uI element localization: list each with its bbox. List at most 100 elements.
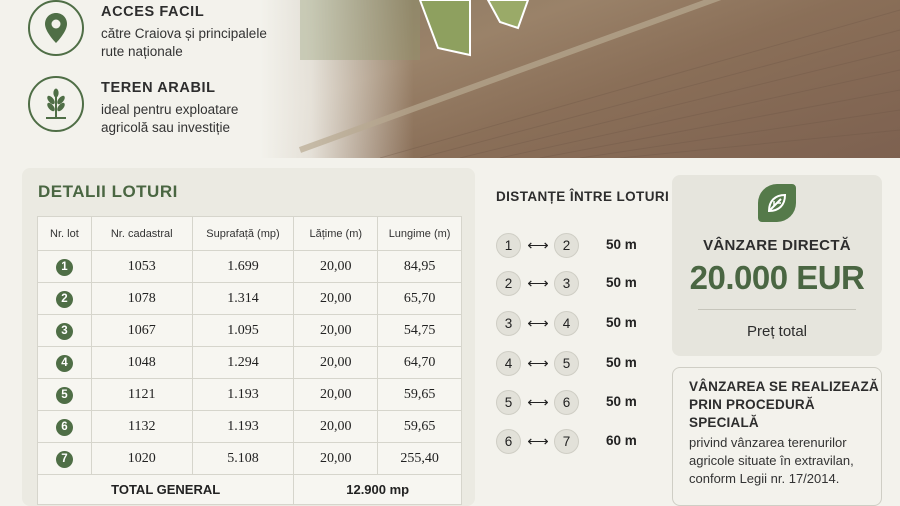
hero-banner: ACCES FACIL către Craiova și principalel…: [0, 0, 900, 158]
cadastral-cell: 1020: [90, 442, 193, 475]
feature-title: TEREN ARABIL: [101, 80, 216, 96]
legal-notice-card: VÂNZAREA SE REALIZEAZĂ PRIN PROCEDURĂ SP…: [672, 367, 882, 506]
lot-number-badge: 4: [55, 354, 73, 372]
lot-number-badge: 1: [55, 258, 73, 276]
lot-number-badge: 6: [55, 418, 73, 436]
cadastral-cell: 1053: [90, 250, 193, 283]
aerial-field-image: [260, 0, 900, 158]
double-arrow-icon: ⟷: [527, 433, 549, 450]
total-label: TOTAL GENERAL: [36, 474, 295, 505]
column-header: Nr. lot: [37, 216, 92, 251]
lot-details-table: Nr. lot Nr. cadastral Suprafață (mp) Lăț…: [36, 216, 462, 505]
width-cell: 20,00: [293, 250, 379, 283]
field-plots-graphic: [298, 0, 900, 158]
area-cell: 5.108: [191, 442, 295, 475]
lot-to: 6: [554, 390, 579, 415]
double-arrow-icon: ⟷: [527, 275, 549, 292]
lot-to: 4: [554, 311, 579, 336]
area-cell: 1.193: [191, 410, 295, 443]
lot-from: 3: [496, 311, 521, 336]
notice-title: VÂNZAREA SE REALIZEAZĂ PRIN PROCEDURĂ SP…: [689, 379, 879, 430]
length-cell: 255,40: [377, 442, 462, 475]
lot-number-badge: 5: [55, 386, 73, 404]
length-cell: 64,70: [377, 346, 462, 379]
sale-type-label: VÂNZARE DIRECTĂ: [703, 237, 851, 254]
total-value: 12.900 mp: [293, 474, 462, 505]
double-arrow-icon: ⟷: [527, 394, 549, 411]
table-row: 7 1020 5.108 20,00 255,40: [37, 442, 462, 475]
lot-details-card: DETALII LOTURI Nr. lot Nr. cadastral Sup…: [22, 168, 475, 506]
double-arrow-icon: ⟷: [527, 315, 549, 332]
area-cell: 1.095: [191, 314, 295, 347]
distance-row: 5 ⟷ 6 50 m: [496, 390, 656, 416]
lot-to: 3: [554, 271, 579, 296]
cadastral-cell: 1048: [90, 346, 193, 379]
feature-description: către Craiova și principalele rute națio…: [101, 26, 267, 59]
lot-number-badge: 7: [55, 450, 73, 468]
price-card: VÂNZARE DIRECTĂ 20.000 EUR Preț total: [672, 175, 882, 356]
column-header: Suprafață (mp): [191, 216, 295, 251]
distance-value: 50 m: [606, 237, 637, 252]
notice-text: privind vânzarea terenurilor agricole si…: [689, 435, 854, 486]
width-cell: 20,00: [293, 378, 379, 411]
distance-value: 50 m: [606, 355, 637, 370]
feature-title: ACCES FACIL: [101, 4, 205, 20]
lot-from: 5: [496, 390, 521, 415]
area-cell: 1.314: [191, 282, 295, 315]
distance-row: 4 ⟷ 5 50 m: [496, 351, 656, 377]
distance-value: 60 m: [606, 433, 637, 448]
area-cell: 1.193: [191, 378, 295, 411]
distance-value: 50 m: [606, 315, 637, 330]
distance-row: 2 ⟷ 3 50 m: [496, 271, 656, 297]
lot-to: 5: [554, 351, 579, 376]
total-row: TOTAL GENERAL 12.900 mp: [36, 474, 462, 505]
table-row: 5 1121 1.193 20,00 59,65: [37, 378, 462, 411]
wheat-icon: [28, 76, 84, 132]
length-cell: 84,95: [377, 250, 462, 283]
width-cell: 20,00: [293, 346, 379, 379]
table-row: 3 1067 1.095 20,00 54,75: [37, 314, 462, 347]
width-cell: 20,00: [293, 410, 379, 443]
cadastral-cell: 1121: [90, 378, 193, 411]
distance-row: 6 ⟷ 7 60 m: [496, 429, 656, 455]
length-cell: 54,75: [377, 314, 462, 347]
cadastral-cell: 1132: [90, 410, 193, 443]
table-row: 1 1053 1.699 20,00 84,95: [37, 250, 462, 283]
table-header-row: Nr. lot Nr. cadastral Suprafață (mp) Lăț…: [37, 216, 462, 251]
double-arrow-icon: ⟷: [527, 237, 549, 254]
lot-from: 1: [496, 233, 521, 258]
lot-number-badge: 2: [55, 290, 73, 308]
area-cell: 1.294: [191, 346, 295, 379]
price-amount: 20.000 EUR: [689, 259, 865, 296]
column-header: Lungime (m): [377, 216, 462, 251]
table-row: 6 1132 1.193 20,00 59,65: [37, 410, 462, 443]
feature-description: ideal pentru exploatare agricolă sau inv…: [101, 102, 239, 135]
distances-title: DISTANȚE ÎNTRE LOTURI: [496, 189, 670, 204]
column-header: Lățime (m): [293, 216, 379, 251]
lot-to: 7: [554, 429, 579, 454]
distance-value: 50 m: [606, 275, 637, 290]
lot-from: 2: [496, 271, 521, 296]
feature-easy-access: ACCES FACIL către Craiova și principalel…: [28, 0, 288, 62]
width-cell: 20,00: [293, 314, 379, 347]
table-row: 4 1048 1.294 20,00 64,70: [37, 346, 462, 379]
feature-arable-land: TEREN ARABIL ideal pentru exploatare agr…: [28, 76, 288, 138]
card-title: DETALII LOTURI: [38, 182, 178, 201]
length-cell: 59,65: [377, 410, 462, 443]
width-cell: 20,00: [293, 442, 379, 475]
price-caption: Preț total: [746, 323, 808, 340]
distance-value: 50 m: [606, 394, 637, 409]
divider: [698, 309, 856, 310]
width-cell: 20,00: [293, 282, 379, 315]
column-header: Nr. cadastral: [90, 216, 193, 251]
length-cell: 65,70: [377, 282, 462, 315]
leaf-icon: [758, 184, 796, 222]
length-cell: 59,65: [377, 378, 462, 411]
table-row: 2 1078 1.314 20,00 65,70: [37, 282, 462, 315]
lot-from: 4: [496, 351, 521, 376]
lot-to: 2: [554, 233, 579, 258]
lot-from: 6: [496, 429, 521, 454]
distance-row: 1 ⟷ 2 50 m: [496, 233, 656, 259]
cadastral-cell: 1067: [90, 314, 193, 347]
cadastral-cell: 1078: [90, 282, 193, 315]
